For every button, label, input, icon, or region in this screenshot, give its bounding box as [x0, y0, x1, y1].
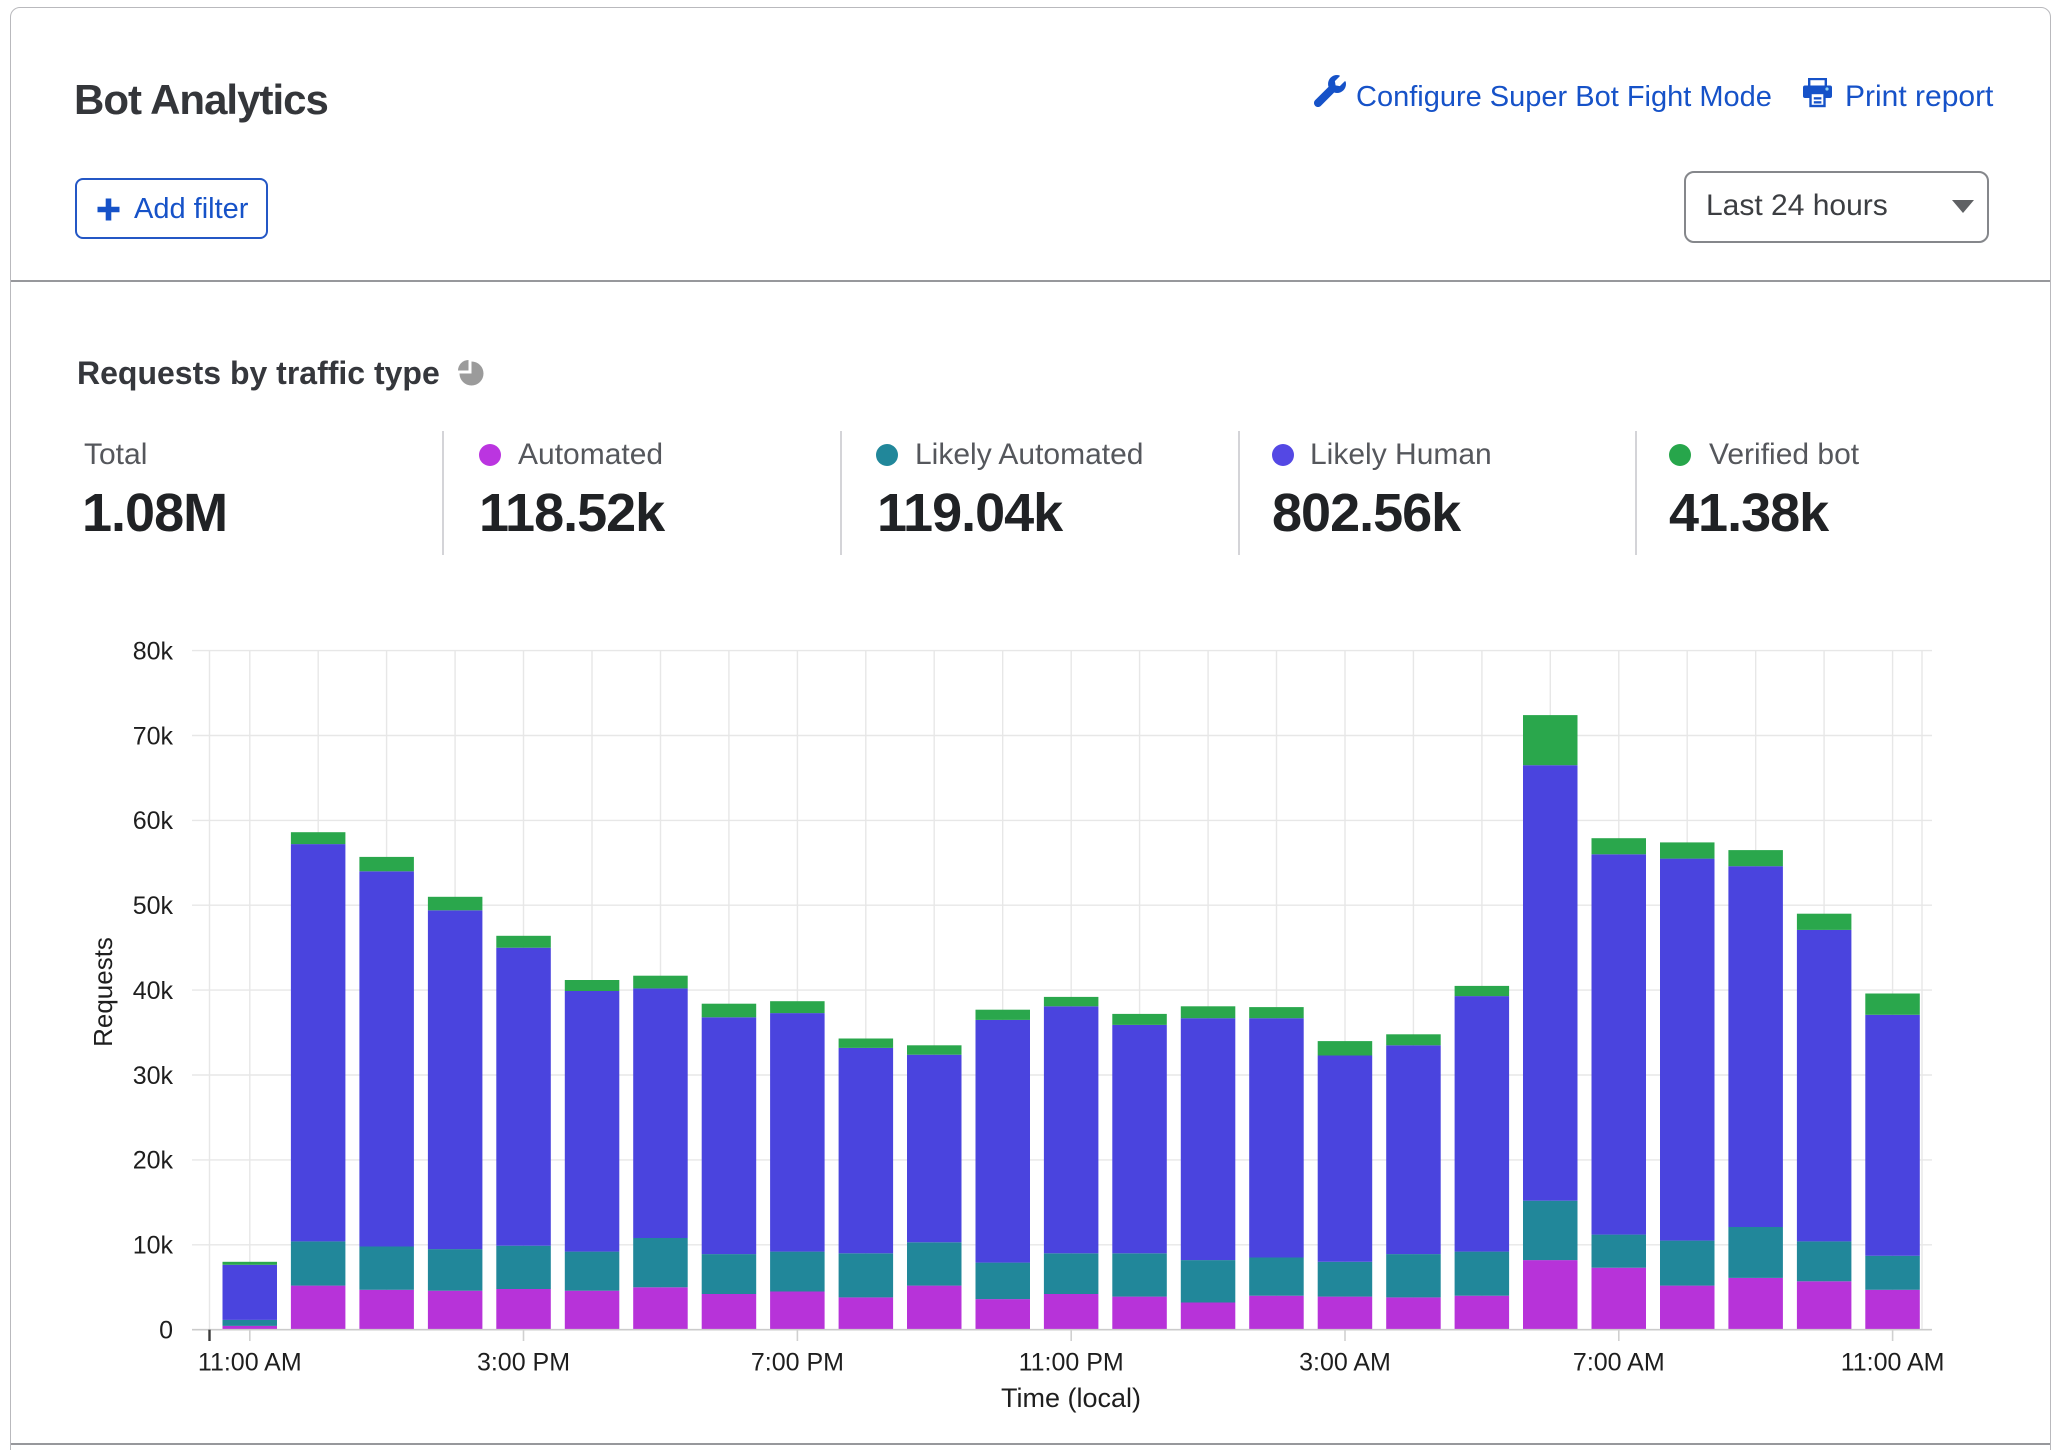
svg-text:80k: 80k — [133, 637, 174, 665]
svg-text:60k: 60k — [133, 807, 174, 835]
svg-text:70k: 70k — [133, 722, 174, 750]
svg-text:20k: 20k — [133, 1147, 174, 1175]
svg-text:50k: 50k — [133, 892, 174, 920]
svg-text:7:00 AM: 7:00 AM — [1573, 1349, 1665, 1377]
svg-text:11:00 PM: 11:00 PM — [1019, 1349, 1124, 1377]
svg-text:30k: 30k — [133, 1062, 174, 1090]
svg-text:3:00 AM: 3:00 AM — [1299, 1349, 1391, 1377]
svg-text:3:00 PM: 3:00 PM — [477, 1349, 570, 1377]
svg-text:7:00 PM: 7:00 PM — [751, 1349, 844, 1377]
svg-text:0: 0 — [159, 1317, 173, 1345]
svg-text:10k: 10k — [133, 1232, 174, 1260]
svg-text:40k: 40k — [133, 977, 174, 1005]
svg-text:11:00 AM: 11:00 AM — [198, 1349, 302, 1377]
svg-text:Requests: Requests — [88, 937, 118, 1047]
svg-text:11:00 AM: 11:00 AM — [1841, 1349, 1945, 1377]
svg-text:Time (local): Time (local) — [1001, 1383, 1141, 1413]
